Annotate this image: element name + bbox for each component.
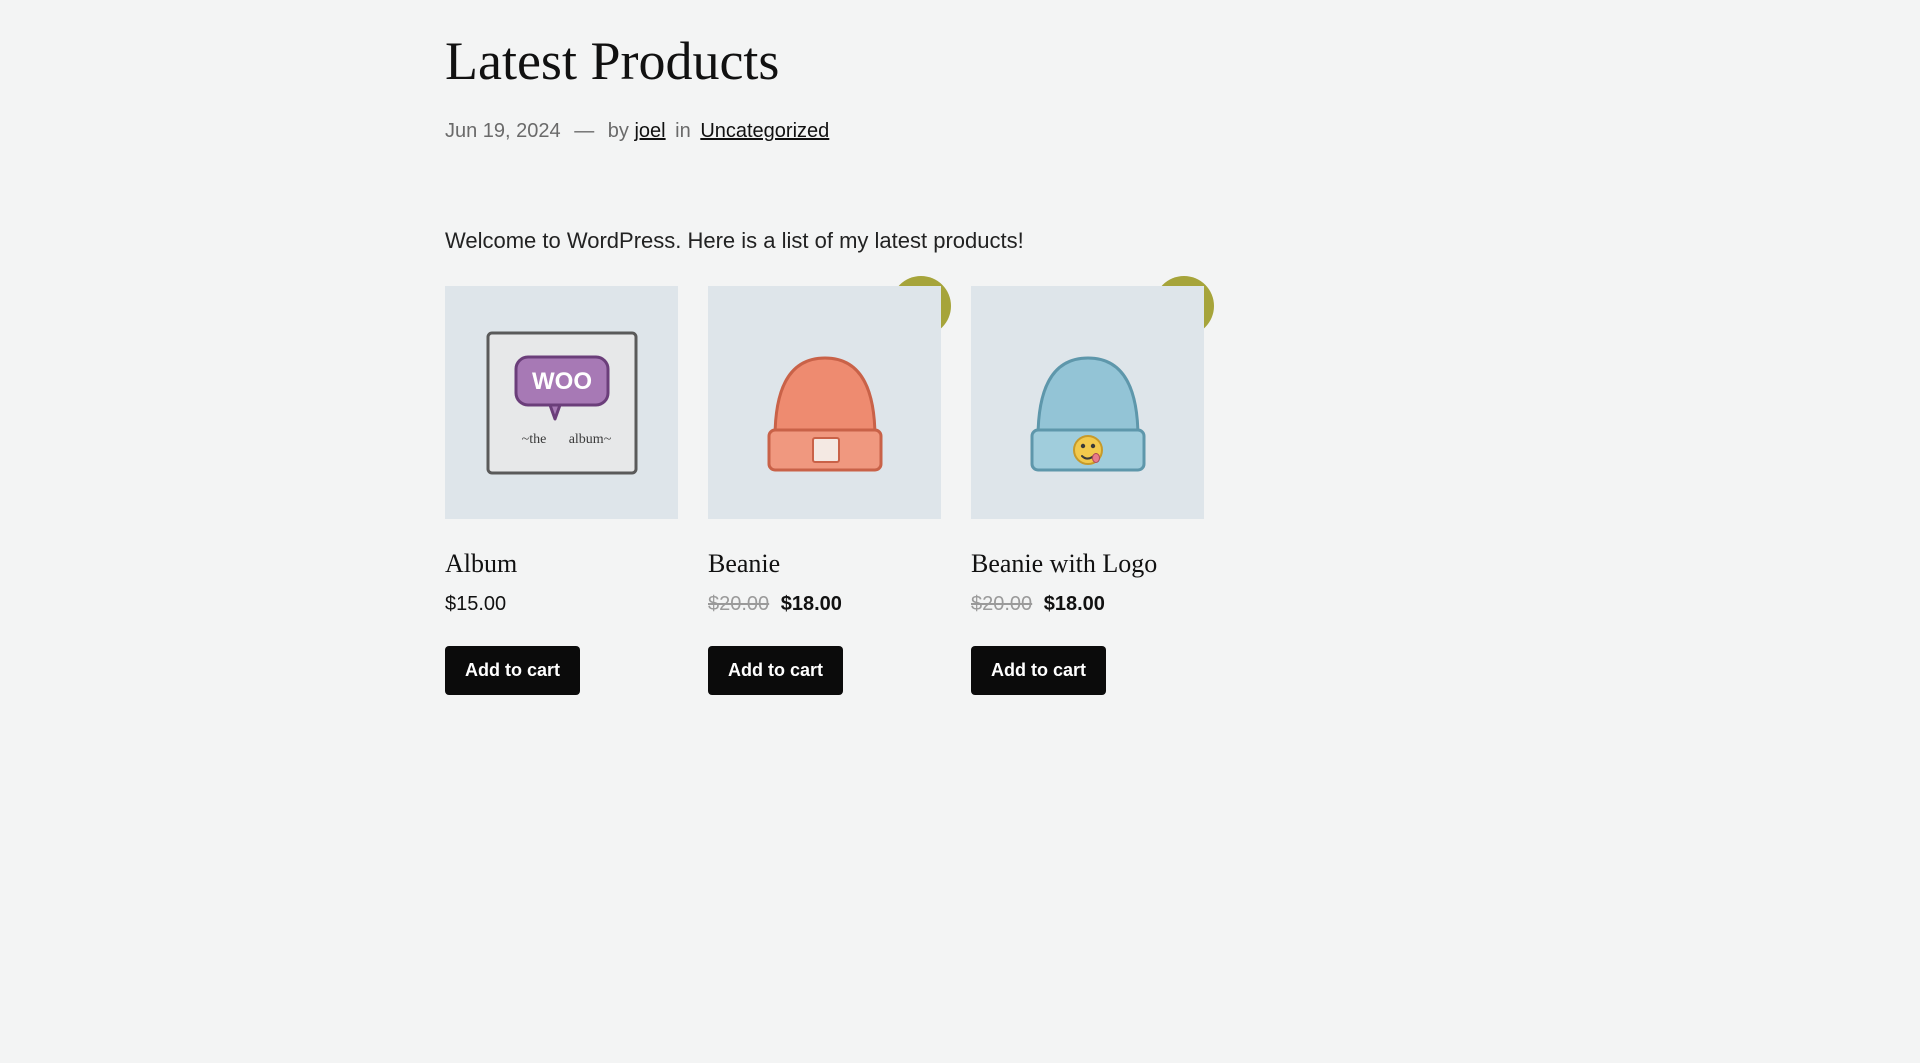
category-link[interactable]: Uncategorized <box>700 120 829 142</box>
product-price: $20.00 $18.00 <box>708 593 941 616</box>
product-title-link[interactable]: Beanie with Logo <box>971 549 1157 578</box>
add-to-cart-button[interactable]: Add to cart <box>708 646 843 695</box>
beanie-blue-logo-icon <box>1008 318 1168 488</box>
product-image-link[interactable] <box>971 286 1204 519</box>
product-title-link[interactable]: Album <box>445 549 517 578</box>
svg-text:WOO: WOO <box>532 368 592 395</box>
post-meta: Jun 19, 2024 — by joel in Uncategorized <box>445 120 1475 143</box>
page-content: Latest Products Jun 19, 2024 — by joel i… <box>445 0 1475 775</box>
product-card: WOO ~the album~ Album $15.00 Add to cart <box>445 286 678 695</box>
add-to-cart-button[interactable]: Add to cart <box>445 646 580 695</box>
price-old: $20.00 <box>708 593 769 615</box>
beanie-orange-icon <box>745 318 905 488</box>
intro-text: Welcome to WordPress. Here is a list of … <box>445 228 1475 254</box>
svg-text:~the: ~the <box>521 432 546 447</box>
product-title[interactable]: Beanie with Logo <box>971 549 1204 579</box>
product-price: $15.00 <box>445 593 678 616</box>
page-title: Latest Products <box>445 30 1475 92</box>
author-link[interactable]: joel <box>634 120 665 142</box>
in-label: in <box>675 120 691 142</box>
product-title[interactable]: Beanie <box>708 549 941 579</box>
album-art-icon: WOO ~the album~ <box>482 323 642 483</box>
product-image-link[interactable] <box>708 286 941 519</box>
add-to-cart-button[interactable]: Add to cart <box>971 646 1106 695</box>
product-price: $20.00 $18.00 <box>971 593 1204 616</box>
by-label: by <box>608 120 629 142</box>
price-current: $18.00 <box>1044 593 1105 615</box>
price-regular: $15.00 <box>445 593 506 615</box>
price-old: $20.00 <box>971 593 1032 615</box>
svg-text:album~: album~ <box>568 432 611 447</box>
product-card: Sale! Beanie $20.00 $18.00 Add to cart <box>708 286 941 695</box>
product-title[interactable]: Album <box>445 549 678 579</box>
meta-separator: — <box>574 120 594 142</box>
product-card: Sale! Beanie with Logo $20.00 $18.00 Add… <box>971 286 1204 695</box>
post-date: Jun 19, 2024 <box>445 120 561 142</box>
product-title-link[interactable]: Beanie <box>708 549 780 578</box>
price-current: $18.00 <box>781 593 842 615</box>
product-image-link[interactable]: WOO ~the album~ <box>445 286 678 519</box>
product-grid: WOO ~the album~ Album $15.00 Add to cart… <box>445 286 1475 695</box>
